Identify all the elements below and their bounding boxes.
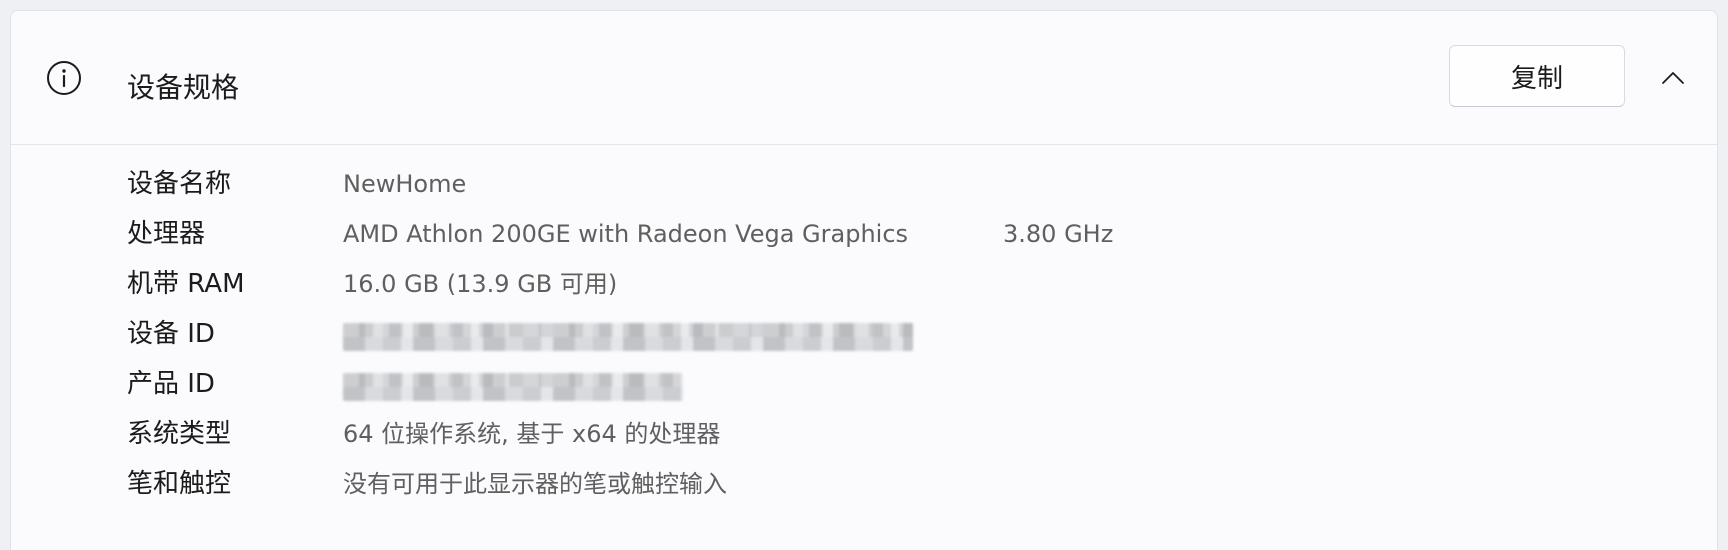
processor-speed-value: 3.80 GHz bbox=[1003, 220, 1114, 248]
spec-label: 处理器 bbox=[127, 219, 206, 249]
copy-button[interactable]: 复制 bbox=[1449, 45, 1625, 107]
spec-label: 设备 ID bbox=[127, 319, 215, 349]
spec-row-processor: 处理器 AMD Athlon 200GE with Radeon Vega Gr… bbox=[127, 211, 1687, 261]
pen-touch-value: 没有可用于此显示器的笔或触控输入 bbox=[343, 470, 727, 498]
device-specifications-header[interactable]: 设备规格 复制 bbox=[11, 11, 1717, 145]
chevron-up-icon[interactable] bbox=[1651, 56, 1695, 100]
device-specifications-panel: 设备规格 复制 设备名称 NewHome 处理器 AMD Athlon 200G… bbox=[10, 10, 1718, 550]
spec-label: 笔和触控 bbox=[127, 469, 232, 499]
info-icon bbox=[46, 60, 82, 96]
section-title: 设备规格 bbox=[127, 71, 240, 104]
spec-row-device-name: 设备名称 NewHome bbox=[127, 161, 1687, 211]
product-id-redacted bbox=[343, 373, 683, 401]
spec-label: 机带 RAM bbox=[127, 269, 245, 299]
spec-label: 系统类型 bbox=[127, 419, 232, 449]
spec-row-system-type: 系统类型 64 位操作系统, 基于 x64 的处理器 bbox=[127, 411, 1687, 461]
spec-list: 设备名称 NewHome 处理器 AMD Athlon 200GE with R… bbox=[127, 161, 1687, 511]
device-name-value: NewHome bbox=[343, 170, 467, 198]
processor-value: AMD Athlon 200GE with Radeon Vega Graphi… bbox=[343, 220, 909, 248]
spec-label: 设备名称 bbox=[127, 169, 232, 199]
ram-value: 16.0 GB (13.9 GB 可用) bbox=[343, 270, 618, 298]
spec-label: 产品 ID bbox=[127, 369, 215, 399]
system-type-value: 64 位操作系统, 基于 x64 的处理器 bbox=[343, 420, 721, 448]
spec-row-device-id: 设备 ID bbox=[127, 311, 1687, 361]
device-id-redacted bbox=[343, 323, 913, 351]
spec-row-pen-touch: 笔和触控 没有可用于此显示器的笔或触控输入 bbox=[127, 461, 1687, 511]
spec-row-product-id: 产品 ID bbox=[127, 361, 1687, 411]
spec-row-ram: 机带 RAM 16.0 GB (13.9 GB 可用) bbox=[127, 261, 1687, 311]
